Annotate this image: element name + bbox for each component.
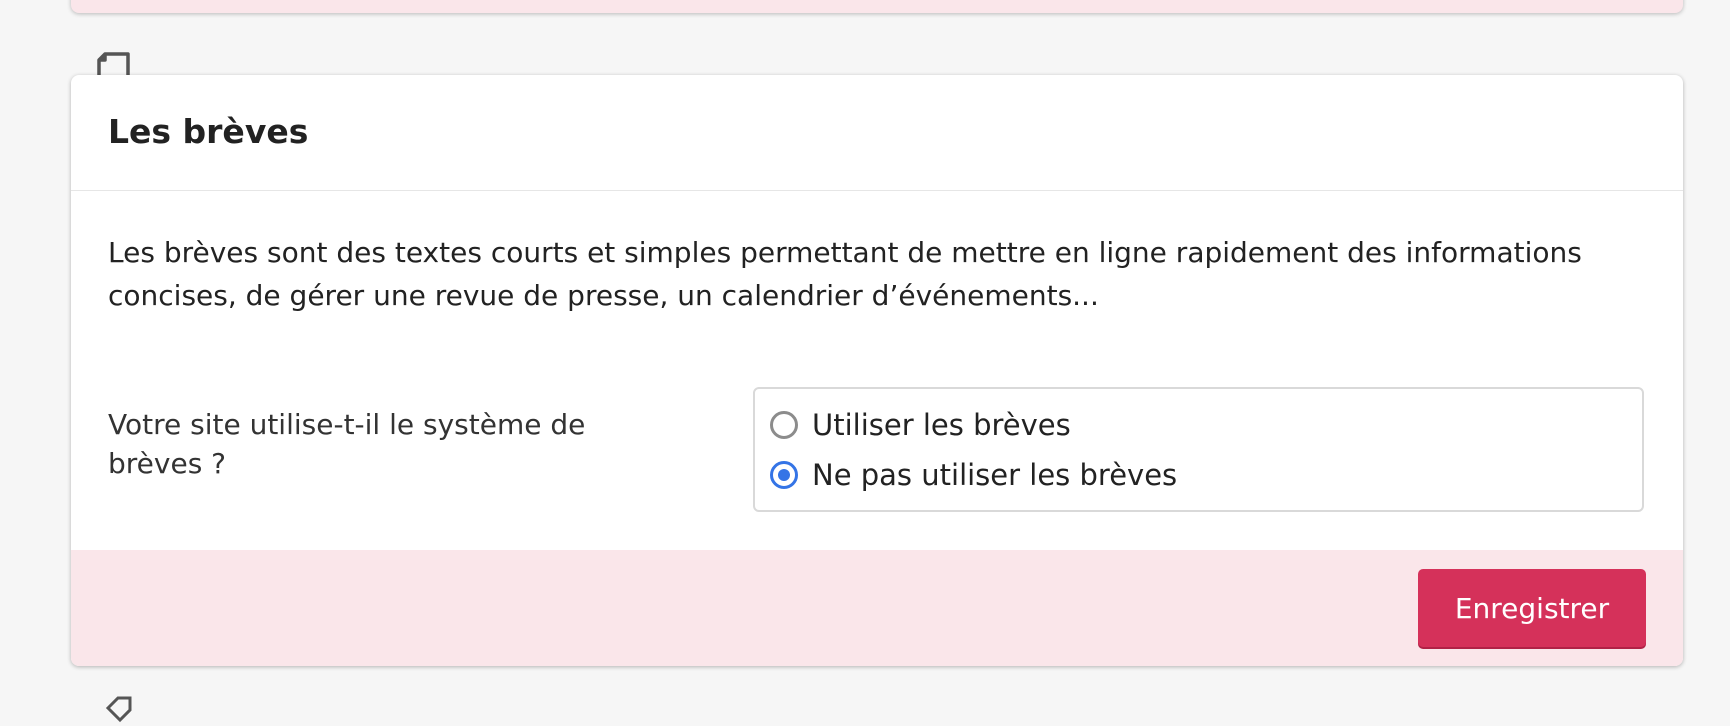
breves-radio-group: Utiliser les brèves Ne pas utiliser les … — [753, 387, 1644, 512]
breves-section-card: Les brèves Les brèves sont des textes co… — [71, 75, 1683, 666]
radio-button-unchecked[interactable] — [770, 411, 798, 439]
radio-label-ne-pas-utiliser: Ne pas utiliser les brèves — [812, 458, 1178, 492]
tag-icon — [105, 696, 132, 723]
card-header: Les brèves — [71, 75, 1683, 191]
radio-option-utiliser[interactable]: Utiliser les brèves — [770, 405, 1071, 445]
save-button[interactable]: Enregistrer — [1418, 569, 1646, 647]
radio-option-ne-pas-utiliser[interactable]: Ne pas utiliser les brèves — [770, 455, 1177, 495]
section-description: Les brèves sont des textes courts et sim… — [108, 236, 1582, 312]
previous-section-footer — [71, 0, 1683, 13]
breves-question-label: Votre site utilise-t-il le système de br… — [108, 408, 586, 480]
radio-label-utiliser: Utiliser les brèves — [812, 408, 1071, 442]
card-footer: Enregistrer — [71, 550, 1683, 666]
radio-button-checked[interactable] — [770, 461, 798, 489]
section-title: Les brèves — [108, 112, 309, 151]
